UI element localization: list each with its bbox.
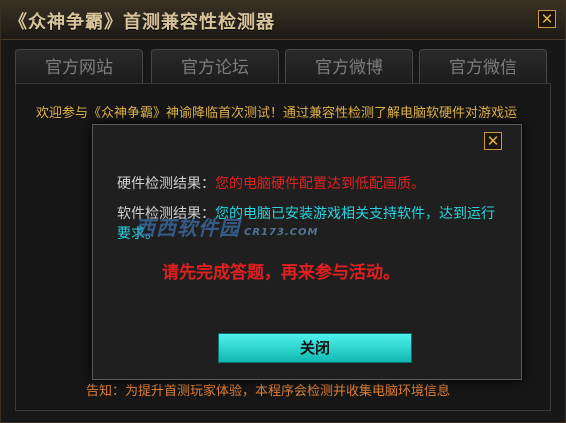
close-button[interactable]: 关闭 — [218, 333, 412, 363]
tab-official-wechat[interactable]: 官方微信 — [419, 49, 547, 85]
tab-official-forum[interactable]: 官方论坛 — [151, 49, 279, 85]
footer-notice: 告知：为提升首测玩家体验，本程序会检测并收集电脑环境信息 — [86, 384, 451, 399]
intro-text: 欢迎参与《众神争霸》神谕降临首次测试！通过兼容性检测了解电脑软硬件对游戏运 — [36, 106, 518, 121]
hardware-result-row: 硬件检测结果：您的电脑硬件配置达到低配画质。 — [117, 174, 425, 194]
watermark-sub: CR173.COM — [244, 227, 319, 238]
quiz-prompt: 请先完成答题，再来参与活动。 — [162, 263, 400, 283]
window-close-icon[interactable]: ✕ — [538, 10, 556, 28]
hardware-result: 您的电脑硬件配置达到低配画质。 — [215, 176, 425, 192]
title-bar: 《众神争霸》首测兼容性检测器 ✕ — [1, 1, 565, 40]
dialog-close-icon[interactable]: ✕ — [484, 132, 502, 150]
tab-official-website[interactable]: 官方网站 — [15, 49, 143, 85]
window-title: 《众神争霸》首测兼容性检测器 — [9, 12, 275, 33]
watermark: 西西软件园 CR173.COM — [135, 212, 319, 241]
hardware-label: 硬件检测结果： — [117, 176, 215, 192]
tab-official-weibo[interactable]: 官方微博 — [285, 49, 413, 85]
watermark-text: 西西软件园 — [135, 216, 240, 240]
